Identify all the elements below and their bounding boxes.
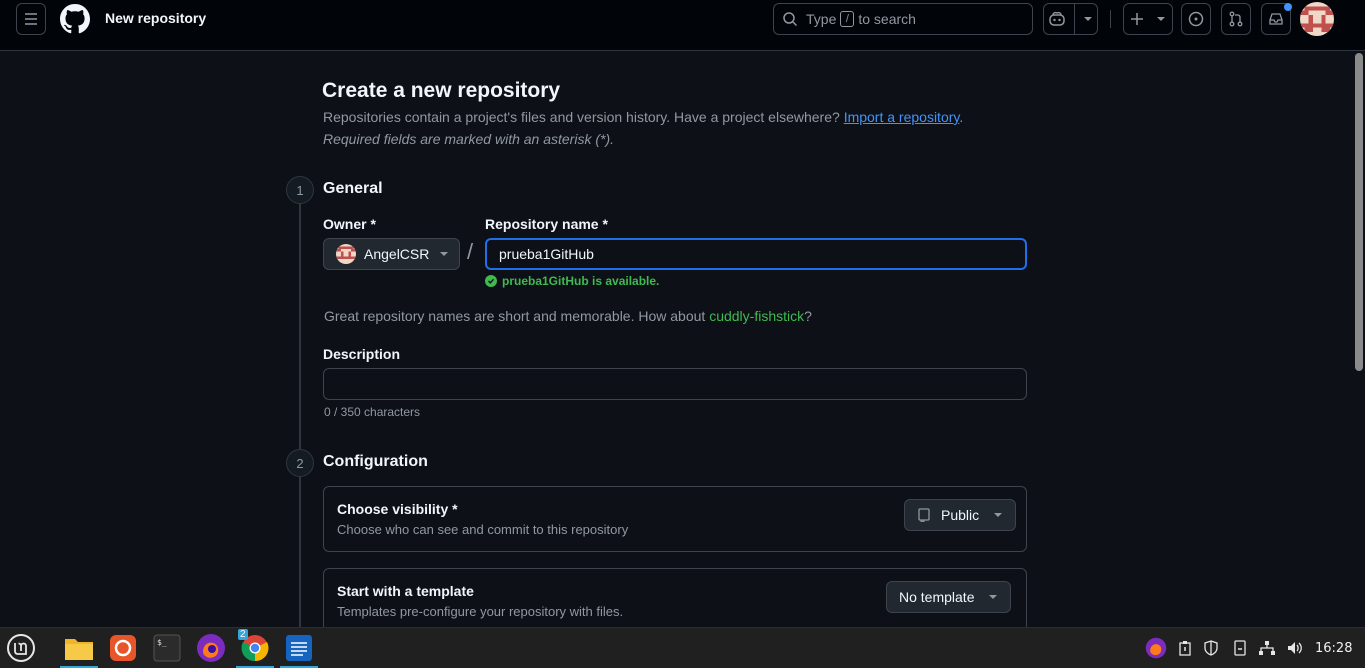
github-logo-icon[interactable] — [60, 4, 90, 34]
inbox-icon — [1269, 13, 1283, 25]
owner-repo-separator: / — [467, 239, 474, 264]
network-icon[interactable] — [1258, 639, 1276, 657]
taskbar-text-editor-app[interactable] — [280, 632, 318, 668]
import-repository-link[interactable]: Import a repository — [844, 109, 960, 125]
chevron-down-icon — [1084, 17, 1092, 21]
name-suggestion: Great repository names are short and mem… — [324, 308, 812, 324]
description-input[interactable] — [323, 368, 1027, 400]
required-fields-note: Required fields are marked with an aster… — [323, 131, 615, 147]
visibility-select[interactable]: Public — [904, 499, 1017, 531]
suggestion-prefix: Great repository names are short and mem… — [324, 308, 706, 324]
text-editor-icon — [286, 635, 312, 661]
visibility-title: Choose visibility * — [337, 501, 458, 517]
check-circle-icon — [485, 275, 497, 287]
template-title: Start with a template — [337, 583, 474, 599]
chrome-window-count-badge: 2 — [238, 629, 248, 640]
notification-dot — [1284, 3, 1292, 11]
subtitle-text: Repositories contain a project's files a… — [323, 109, 840, 125]
step-number-general: 1 — [286, 176, 314, 204]
clipboard-icon[interactable] — [1176, 639, 1194, 657]
owner-value: AngelCSR — [364, 246, 430, 262]
scrollbar-thumb[interactable] — [1355, 53, 1363, 371]
template-section: Start with a template Templates pre-conf… — [323, 568, 1027, 627]
visibility-value: Public — [941, 507, 980, 523]
taskbar-terminal-app[interactable]: $_ — [152, 632, 182, 664]
mint-menu-button[interactable] — [6, 632, 36, 664]
system-clock[interactable]: 16:28 — [1315, 641, 1352, 656]
repository-name-label: Repository name * — [485, 216, 608, 232]
taskbar-firefox-app[interactable] — [196, 632, 226, 664]
search-placeholder-suffix: to search — [858, 11, 916, 27]
main-content: Create a new repository Repositories con… — [0, 51, 1353, 627]
linux-mint-icon — [7, 634, 35, 662]
tray-firefox-icon[interactable] — [1145, 637, 1167, 659]
owner-select[interactable]: AngelCSR — [323, 238, 460, 270]
create-new-button[interactable] — [1123, 3, 1173, 35]
copilot-icon — [1049, 11, 1065, 26]
user-avatar[interactable] — [1300, 2, 1334, 36]
suggested-name-link[interactable]: cuddly-fishstick — [709, 308, 804, 324]
owner-avatar — [336, 244, 356, 264]
chevron-down-icon — [989, 595, 998, 599]
copilot-button[interactable] — [1043, 3, 1098, 35]
volume-icon[interactable] — [1286, 639, 1304, 657]
visibility-section: Choose visibility * Choose who can see a… — [323, 486, 1027, 552]
software-manager-icon — [110, 635, 136, 661]
terminal-icon: $_ — [153, 634, 181, 662]
search-shortcut-key: / — [840, 11, 855, 27]
visibility-subtitle: Choose who can see and commit to this re… — [337, 522, 629, 537]
taskbar: $_ 2 16:28 — [0, 627, 1365, 668]
svg-text:$_: $_ — [157, 638, 167, 647]
chevron-down-icon — [440, 252, 449, 256]
pull-requests-button[interactable] — [1221, 3, 1251, 35]
header-divider — [1110, 10, 1111, 28]
suggestion-suffix: ? — [804, 308, 812, 324]
steps-timeline — [299, 191, 301, 627]
search-icon — [783, 12, 798, 27]
template-subtitle: Templates pre-configure your repository … — [337, 604, 624, 619]
taskbar-chrome-app[interactable]: 2 — [236, 629, 274, 668]
chevron-down-icon — [1157, 17, 1165, 21]
page-scrollbar[interactable] — [1353, 51, 1365, 627]
top-header: New repository Type / to search — [0, 0, 1365, 51]
firefox-icon — [197, 634, 225, 662]
step-title-configuration: Configuration — [323, 453, 428, 470]
folder-icon — [65, 639, 93, 660]
repository-name-input[interactable] — [485, 238, 1027, 270]
availability-message: prueba1GitHub is available. — [485, 274, 659, 288]
availability-text: prueba1GitHub is available. — [502, 274, 660, 288]
template-value: No template — [899, 589, 975, 605]
taskbar-software-app[interactable] — [108, 632, 138, 664]
step-number-configuration: 2 — [286, 449, 314, 477]
page-subtitle: Repositories contain a project's files a… — [323, 109, 963, 125]
hamburger-icon — [25, 13, 37, 25]
taskbar-files-app[interactable] — [60, 632, 98, 668]
plus-icon — [1131, 13, 1143, 25]
chevron-down-icon — [994, 513, 1003, 517]
description-label: Description — [323, 346, 401, 362]
page-title: Create a new repository — [322, 79, 561, 102]
copilot-divider — [1074, 4, 1075, 34]
repo-icon — [918, 508, 930, 522]
update-manager-icon[interactable] — [1231, 639, 1249, 657]
search-placeholder-prefix: Type — [806, 11, 837, 27]
owner-label: Owner * — [323, 216, 376, 232]
search-input[interactable]: Type / to search — [773, 3, 1033, 35]
step-title-general: General — [323, 180, 383, 197]
issue-icon — [1188, 11, 1204, 27]
template-select[interactable]: No template — [886, 581, 1012, 613]
issues-button[interactable] — [1181, 3, 1211, 35]
shield-icon[interactable] — [1202, 639, 1220, 657]
description-char-count: 0 / 350 characters — [324, 405, 421, 419]
subtitle-end: . — [959, 109, 964, 125]
hamburger-menu-button[interactable] — [16, 3, 46, 35]
pull-request-icon — [1229, 11, 1243, 27]
page-context-title[interactable]: New repository — [105, 10, 206, 26]
